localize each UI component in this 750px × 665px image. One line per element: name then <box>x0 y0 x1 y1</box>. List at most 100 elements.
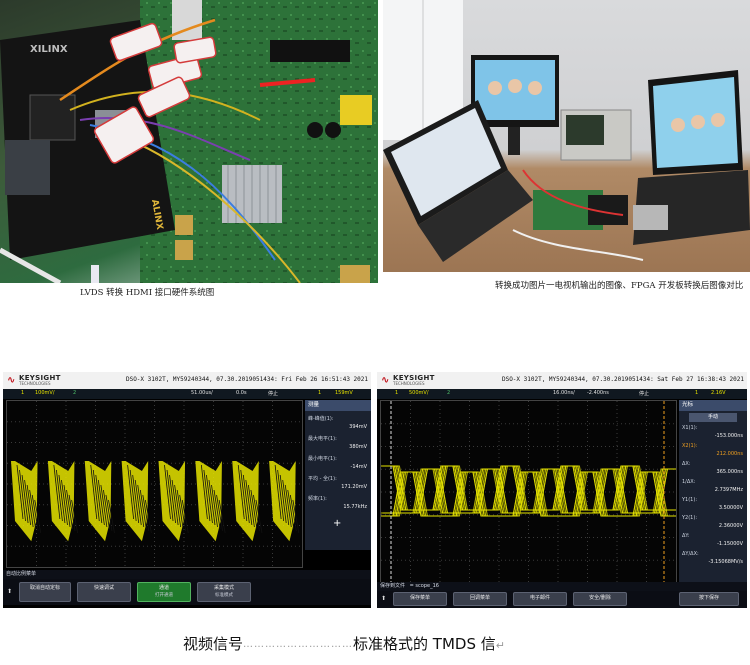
oscilloscope-video-signal: ∿ KEYSIGHT TECHNOLOGIES DSO-X 3102T, MY5… <box>3 372 371 608</box>
brand-sub: TECHNOLOGIES <box>393 381 425 386</box>
cursor-value: -153.000ns <box>714 433 743 439</box>
save-menu-button[interactable]: 保存菜单 <box>393 592 447 606</box>
softkey-label: 取消自动定标 <box>29 585 60 591</box>
volts-per-div[interactable]: 500mV/ <box>409 390 429 396</box>
channel-1-indicator[interactable]: 1 <box>21 390 24 396</box>
softkey-label: 回调菜单 <box>469 595 490 601</box>
xilinx-logo-text: XILINX <box>30 44 68 55</box>
softkey-label: 采集模式 <box>213 585 234 591</box>
tmds-trace <box>385 465 678 511</box>
measurement-value: 15.77kHz <box>343 504 367 510</box>
tmds-trace <box>387 465 680 511</box>
lab-setup-illustration <box>383 0 750 262</box>
caption-leader-dots: ………………………… <box>243 639 354 650</box>
menu-back-icon[interactable]: ⬆ <box>381 595 386 602</box>
tmds-trace <box>384 468 677 514</box>
caption-video-signal: 视频信号 <box>183 635 244 653</box>
scope-status-bar: 1 100mV/ 2 51.00us/ 0.0s 停止 1 159mV <box>3 389 371 399</box>
tmds-trace <box>385 471 678 517</box>
cursor-label: ΔX: <box>682 461 691 467</box>
softkey-label: 安全/删除 <box>589 595 611 601</box>
softkey-label: 按下保存 <box>698 595 719 601</box>
figure-caption: 视频信号…………………………标准格式的 TMDS 信↵ <box>183 633 505 654</box>
add-measurement-icon[interactable]: + <box>333 518 341 529</box>
channel-2-indicator[interactable]: 2 <box>73 390 76 396</box>
tmds-trace <box>387 471 680 517</box>
measurement-label: 最大电平(1): <box>308 436 337 442</box>
cursor-value: 2.36000V <box>718 523 743 529</box>
cursor-label: Y2(1): <box>682 515 698 521</box>
trigger-level[interactable]: 159mV <box>335 390 353 396</box>
softkey-sub: 打开通道 <box>155 593 173 598</box>
measurement-value: 171.20mV <box>341 484 367 490</box>
measurement-value: 380mV <box>349 444 367 450</box>
lab-photo-caption: 转换成功图片一电视机输出的图像、FPGA 开发板转换后图像对比 <box>495 281 744 291</box>
keysight-wave-icon: ∿ <box>381 375 390 386</box>
tmds-trace <box>384 471 677 517</box>
cursor-label: ΔY/ΔX: <box>682 551 699 557</box>
softkey-row: ⬆ 保存菜单 回调菜单 电子邮件 安全/删除 按下保存 <box>377 591 747 608</box>
hardware-board-illustration: XILINX ALINX <box>0 0 378 283</box>
cursor-panel-title: 光标 <box>679 400 747 411</box>
softkey-row: ⬆ 取消自动定标 快速调试 通道打开通道 采集模式标准模式 <box>3 579 371 605</box>
measurement-label: 平均 - 全(1): <box>308 476 337 482</box>
softkey-sub: 标准模式 <box>215 593 233 598</box>
model-line: DSO-X 3102T, MY59240344, 07.30.201905143… <box>501 376 744 383</box>
run-state[interactable]: 停止 <box>268 390 278 397</box>
file-name-value[interactable]: scope_16 <box>415 583 439 589</box>
trigger-source[interactable]: 1 <box>318 390 321 396</box>
softkey-menu-title: 自动比例菜单 <box>3 570 371 579</box>
measurement-label: 最小电平(1): <box>308 456 337 462</box>
save-file-label: 保存到文件 <box>380 583 406 589</box>
cursor-value: -1.15000V <box>717 541 743 547</box>
paragraph-mark-icon: ↵ <box>495 639 505 652</box>
softkey-menu-title: 保存到文件 = scope_16 <box>377 582 747 591</box>
fast-debug-button[interactable]: 快速调试 <box>77 582 131 602</box>
run-state[interactable]: 停止 <box>639 390 649 397</box>
email-button[interactable]: 电子邮件 <box>513 592 567 606</box>
tmds-eye-waveform <box>381 401 680 583</box>
measurement-label: 峰-峰值(1): <box>308 416 334 422</box>
brand-sub: TECHNOLOGIES <box>19 381 51 386</box>
menu-back-icon[interactable]: ⬆ <box>7 588 12 595</box>
tmds-trace <box>385 465 678 511</box>
measurement-label: 频率(1): <box>308 496 327 502</box>
acquire-mode-button[interactable]: 采集模式 标准模式 <box>197 582 251 602</box>
cursor-label: 1/ΔX: <box>682 479 696 485</box>
channel-2-indicator[interactable]: 2 <box>447 390 450 396</box>
recall-menu-button[interactable]: 回调菜单 <box>453 592 507 606</box>
softkey-label: 快速调试 <box>93 585 114 591</box>
cursor-value: 2.7397MHz <box>714 487 743 493</box>
softkey-label: 通道 <box>158 585 169 591</box>
time-offset[interactable]: 0.0s <box>236 390 247 396</box>
trigger-source[interactable]: 1 <box>695 390 698 396</box>
cursor-mode-button[interactable]: 手动 <box>689 413 737 422</box>
cancel-autoscale-button[interactable]: 取消自动定标 <box>19 582 71 602</box>
measurement-panel-title: 测量 <box>305 400 371 411</box>
tmds-trace <box>384 471 677 517</box>
time-per-div[interactable]: 51.00us/ <box>191 390 213 396</box>
keysight-logo: ∿ KEYSIGHT TECHNOLOGIES <box>381 374 441 387</box>
secure-erase-button[interactable]: 安全/删除 <box>573 592 627 606</box>
cursor-label: Y1(1): <box>682 497 698 503</box>
scope-brand-bar: ∿ KEYSIGHT TECHNOLOGIES DSO-X 3102T, MY5… <box>3 372 371 389</box>
keysight-logo: ∿ KEYSIGHT TECHNOLOGIES <box>7 374 67 387</box>
channel-1-indicator[interactable]: 1 <box>395 390 398 396</box>
oscilloscope-tmds-signal: ∿ KEYSIGHT TECHNOLOGIES DSO-X 3102T, MY5… <box>377 372 747 608</box>
hardware-photo-caption: LVDS 转换 HDMI 接口硬件系统图 <box>80 288 215 298</box>
time-offset[interactable]: -2.400ns <box>587 390 609 396</box>
channels-button[interactable]: 通道 打开通道 <box>137 582 191 602</box>
waveform-display[interactable] <box>6 400 303 568</box>
press-to-save-button[interactable]: 按下保存 <box>679 592 739 606</box>
volts-per-div[interactable]: 100mV/ <box>35 390 55 396</box>
cursor-label: X2(1): <box>682 443 698 449</box>
waveform-display[interactable] <box>380 400 680 584</box>
video-signal-waveform <box>7 401 302 567</box>
time-per-div[interactable]: 16.00ns/ <box>553 390 575 396</box>
measurement-panel: 测量 峰-峰值(1): 394mV 最大电平(1): 380mV 最小电平(1)… <box>305 400 371 550</box>
cursor-panel: 光标 手动 X1(1): -153.000ns X2(1): 212.000ns… <box>679 400 747 584</box>
cursor-value: 212.000ns <box>716 451 743 457</box>
measurement-value: 394mV <box>349 424 367 430</box>
keysight-wave-icon: ∿ <box>7 375 16 386</box>
trigger-level[interactable]: 2.16V <box>711 390 726 396</box>
